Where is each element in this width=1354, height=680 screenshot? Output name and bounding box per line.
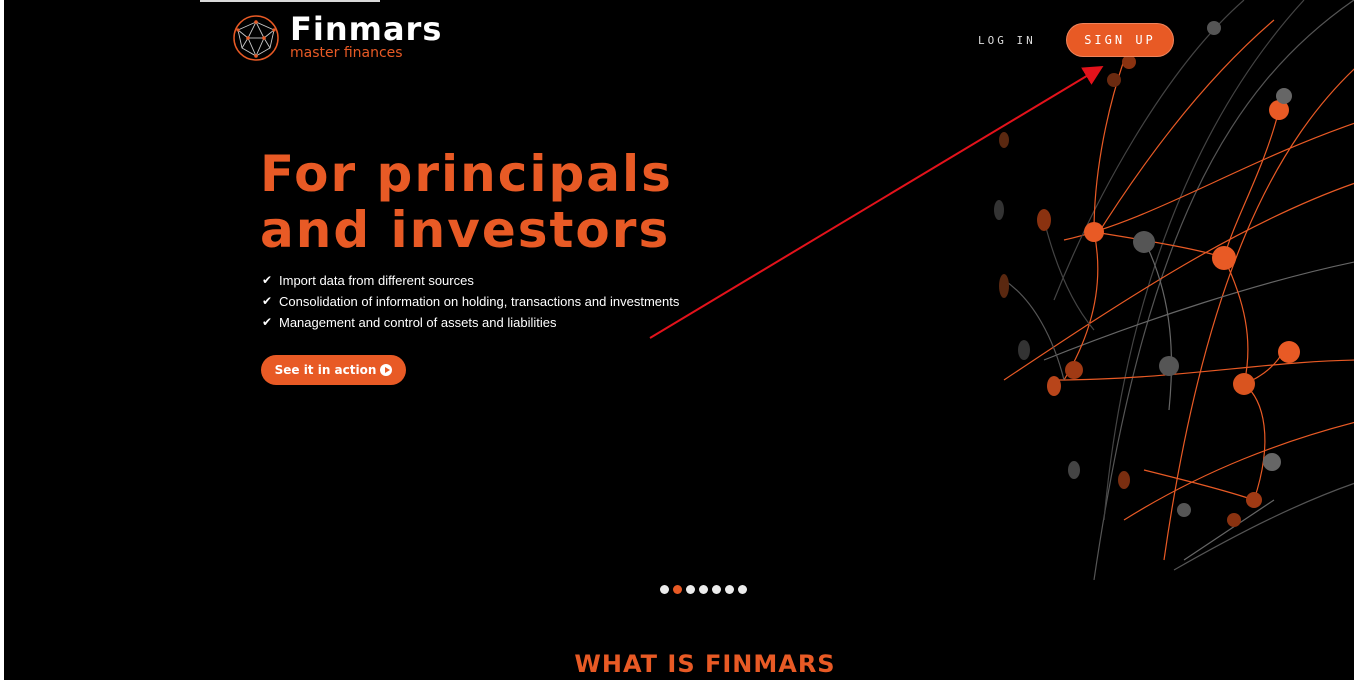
check-icon: ✔ <box>262 273 273 287</box>
section-title: WHAT IS FINMARS <box>574 650 836 678</box>
login-link[interactable]: LOG IN <box>978 34 1036 47</box>
carousel-dot[interactable] <box>712 585 721 594</box>
carousel-dot[interactable] <box>699 585 708 594</box>
hero-title-line2: and investors <box>260 201 671 259</box>
carousel-dot[interactable] <box>738 585 747 594</box>
feature-item: ✔ Management and control of assets and l… <box>262 312 679 333</box>
carousel-dot-active[interactable] <box>673 585 682 594</box>
globe-network-graphic <box>994 0 1354 580</box>
check-icon: ✔ <box>262 315 273 329</box>
globe-logo-icon <box>233 15 279 61</box>
see-it-in-action-button[interactable]: See it in action <box>261 355 406 385</box>
carousel-dot[interactable] <box>660 585 669 594</box>
carousel-dot[interactable] <box>686 585 695 594</box>
feature-text: Consolidation of information on holding,… <box>279 294 680 309</box>
play-circle-icon <box>380 364 393 376</box>
feature-item: ✔ Import data from different sources <box>262 270 679 291</box>
check-icon: ✔ <box>262 294 273 308</box>
window-edge <box>0 0 4 680</box>
feature-item: ✔ Consolidation of information on holdin… <box>262 291 679 312</box>
feature-list: ✔ Import data from different sources ✔ C… <box>262 270 679 333</box>
hero-title-line1: For principals <box>260 145 673 203</box>
brand-text: Finmars master finances <box>290 12 442 60</box>
carousel-dots <box>660 585 747 594</box>
brand-tagline: master finances <box>290 45 403 61</box>
top-strip <box>200 0 380 2</box>
brand-name: Finmars <box>290 10 443 48</box>
cta-label: See it in action <box>274 363 377 377</box>
signup-button[interactable]: SIGN UP <box>1066 23 1174 57</box>
hero-title: For principals and investors <box>260 146 780 258</box>
landing-page: Finmars master finances LOG IN SIGN UP F… <box>0 0 1354 680</box>
brand-logo[interactable]: Finmars master finances <box>230 12 442 64</box>
feature-text: Management and control of assets and lia… <box>279 315 557 330</box>
carousel-dot[interactable] <box>725 585 734 594</box>
feature-text: Import data from different sources <box>279 273 474 288</box>
